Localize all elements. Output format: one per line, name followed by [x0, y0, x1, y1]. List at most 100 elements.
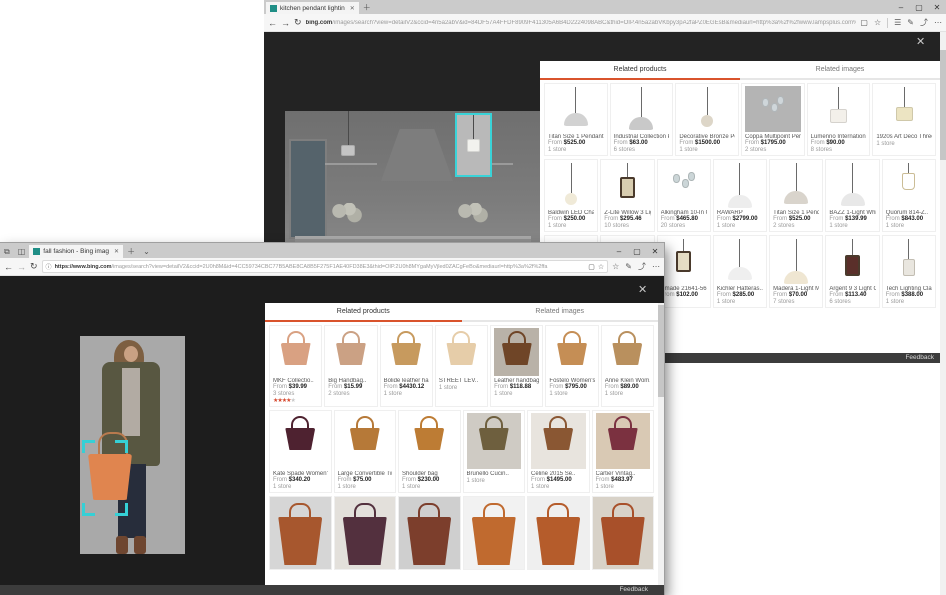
product-tile[interactable]: Big Handbag..From $15.992 stores — [324, 325, 377, 407]
hub-icon[interactable]: ☆ — [612, 262, 619, 271]
product-tile[interactable]: Industrial Collection Pend..From $63.006… — [610, 83, 674, 156]
product-tile[interactable]: Madera 1-Light Mini-P..From $70.007 stor… — [769, 235, 823, 308]
forward-icon[interactable]: → — [17, 262, 26, 272]
new-tab-button[interactable]: ＋ — [359, 2, 375, 14]
refresh-icon[interactable]: ↻ — [294, 17, 302, 28]
product-tile[interactable]: Bolide leather ha..From $4430.121 store — [380, 325, 433, 407]
handbag-art — [336, 331, 366, 365]
product-tile[interactable]: Alkingham 10-In Olla..From $465.8020 sto… — [657, 159, 711, 232]
more-icon[interactable]: ⋯ — [652, 262, 660, 271]
tab-related-products[interactable]: Related products — [540, 61, 740, 80]
product-tile[interactable]: Brunello Cucin..1 store — [463, 410, 526, 493]
address-bar[interactable]: ⓘ https://www.bing.com/images/search?vie… — [42, 260, 609, 273]
tab-list-chevron-icon[interactable]: ⌄ — [139, 246, 154, 258]
product-tile[interactable]: Lumenno International 10..From $90.008 s… — [807, 83, 871, 156]
info-icon[interactable]: ⓘ — [46, 262, 52, 271]
handbag-handle — [549, 416, 567, 428]
refresh-icon[interactable]: ↻ — [30, 261, 38, 272]
tab-related-products[interactable]: Related products — [265, 303, 462, 322]
share-icon[interactable]: ⤴ — [920, 17, 928, 28]
product-tile[interactable]: Quorum 814-Z..From $843.001 store — [882, 159, 936, 232]
scrollbar[interactable] — [940, 32, 946, 595]
back-icon[interactable]: ← — [268, 18, 277, 28]
pendant-light-left — [341, 111, 355, 156]
feedback-bar[interactable]: Feedback — [0, 585, 664, 595]
overlay-close-icon[interactable]: ✕ — [916, 37, 925, 48]
tab-close-icon[interactable]: ✕ — [114, 248, 119, 255]
forward-icon[interactable]: → — [281, 18, 290, 28]
share-icon[interactable]: ⤴ — [638, 261, 646, 272]
product-image — [467, 413, 522, 469]
tab-preview-icon[interactable]: ◫ — [14, 246, 30, 258]
product-tile[interactable]: Amade 21641-56..From $102.00 — [657, 235, 711, 308]
related-image-thumb[interactable] — [463, 496, 526, 570]
product-tile[interactable]: Kate Spade Women's..From $340.201 store — [269, 410, 332, 493]
annotate-icon[interactable]: ✎ — [907, 18, 914, 27]
overlay-close-icon[interactable]: ✕ — [638, 285, 647, 296]
minimize-button[interactable]: – — [610, 245, 628, 258]
product-store-count: 2 stores — [773, 223, 819, 229]
address-bar[interactable]: bing.com/images/search?view=detailV2&cci… — [306, 20, 857, 26]
tab-related-images[interactable]: Related images — [462, 303, 659, 322]
selection-corner[interactable] — [115, 440, 128, 453]
product-store-count: 1 store — [467, 478, 522, 484]
minimize-button[interactable]: – — [892, 1, 910, 14]
product-tile[interactable]: STREET LEV..1 store — [435, 325, 488, 407]
product-tile[interactable]: Baldwin LED Chain..From $250.001 store — [544, 159, 598, 232]
maximize-button[interactable]: ▢ — [628, 245, 646, 258]
favorite-icon[interactable]: ☆ — [874, 18, 881, 27]
more-icon[interactable]: ⋯ — [934, 18, 942, 27]
set-tabs-aside-icon[interactable]: ⧉ — [0, 246, 14, 258]
product-tile[interactable]: Shoulder bagFrom $230.001 store — [398, 410, 461, 493]
handbag-handle — [418, 503, 440, 519]
selection-corner[interactable] — [82, 440, 95, 453]
reading-view-icon[interactable]: ▢ — [860, 18, 868, 27]
product-tile[interactable]: Argent 9 3 Light Outd..From $113.406 sto… — [825, 235, 879, 308]
product-tile[interactable]: Coppa Multipoint Pendant ..From $1795.00… — [741, 83, 805, 156]
new-tab-button[interactable]: ＋ — [123, 246, 139, 258]
product-tile[interactable]: Céline 2015 Se..From $1495.001 store — [527, 410, 590, 493]
close-button[interactable]: ✕ — [928, 1, 946, 14]
product-tile[interactable]: Tech Lighting Clark P..From $388.001 sto… — [882, 235, 936, 308]
product-tile[interactable]: BAZZ 1-Light White In..From $139.991 sto… — [825, 159, 879, 232]
scrollbar-thumb[interactable] — [940, 50, 946, 160]
scrollbar-thumb[interactable] — [658, 305, 664, 397]
selection-corner[interactable] — [82, 503, 95, 516]
product-tile[interactable]: Kichler Hatteras..From $285.001 store — [713, 235, 767, 308]
related-image-thumb[interactable] — [527, 496, 590, 570]
product-tile[interactable]: Cartier Vintag..From $483.971 store — [592, 410, 655, 493]
product-tile[interactable]: Fostelo Women's..From $795.001 store — [545, 325, 598, 407]
product-tile[interactable]: RAWARPFrom $2799.001 store — [713, 159, 767, 232]
annotate-icon[interactable]: ✎ — [625, 262, 632, 271]
favorite-icon[interactable]: ☆ — [598, 263, 604, 271]
selection-corner[interactable] — [115, 503, 128, 516]
pendant-cord — [641, 87, 642, 117]
related-image-thumb[interactable] — [398, 496, 461, 570]
product-name: 1920s Art Deco Three Tie.. — [876, 134, 932, 140]
tab-close-icon[interactable]: ✕ — [350, 5, 355, 12]
maximize-button[interactable]: ▢ — [910, 1, 928, 14]
tab-related-images[interactable]: Related images — [740, 61, 940, 80]
scrollbar[interactable] — [658, 303, 664, 586]
back-icon[interactable]: ← — [4, 262, 13, 272]
product-tile[interactable]: Large Convertible Tw..From $75.001 store — [334, 410, 397, 493]
product-tile[interactable]: Titan Size 1 Pendant L..From $525.002 st… — [769, 159, 823, 232]
related-image-thumb[interactable] — [269, 496, 332, 570]
product-tile[interactable]: Anne Klein Wom..From $89.001 store — [601, 325, 654, 407]
product-tile[interactable]: MKF Collectio..From $39.993 stores★★★★★ — [269, 325, 322, 407]
product-tile[interactable]: Z-Lite Willow 3 Light P..From $295.4610 … — [600, 159, 654, 232]
hub-icon[interactable]: ☰ — [894, 18, 901, 27]
visual-search-selection-box[interactable] — [82, 440, 128, 516]
visual-search-selection-box[interactable] — [455, 113, 492, 177]
product-tile[interactable]: 1920s Art Deco Three Tie..1 store — [872, 83, 936, 156]
product-image — [886, 162, 932, 208]
related-image-thumb[interactable] — [592, 496, 655, 570]
product-tile[interactable]: Leather handbagFrom $118.881 store — [490, 325, 543, 407]
product-tile[interactable]: Titan Size 1 Pendant LightFrom $525.001 … — [544, 83, 608, 156]
tab-fall-fashion[interactable]: fall fashion - Bing imag ✕ — [29, 245, 123, 258]
product-tile[interactable]: Decorative Bronze Pend..From $1500.001 s… — [675, 83, 739, 156]
tab-kitchen-pendant-lighting[interactable]: kitchen pendant lightin ✕ — [266, 2, 359, 14]
related-image-thumb[interactable] — [334, 496, 397, 570]
reading-view-icon[interactable]: ▢ — [588, 263, 595, 271]
close-button[interactable]: ✕ — [646, 245, 664, 258]
